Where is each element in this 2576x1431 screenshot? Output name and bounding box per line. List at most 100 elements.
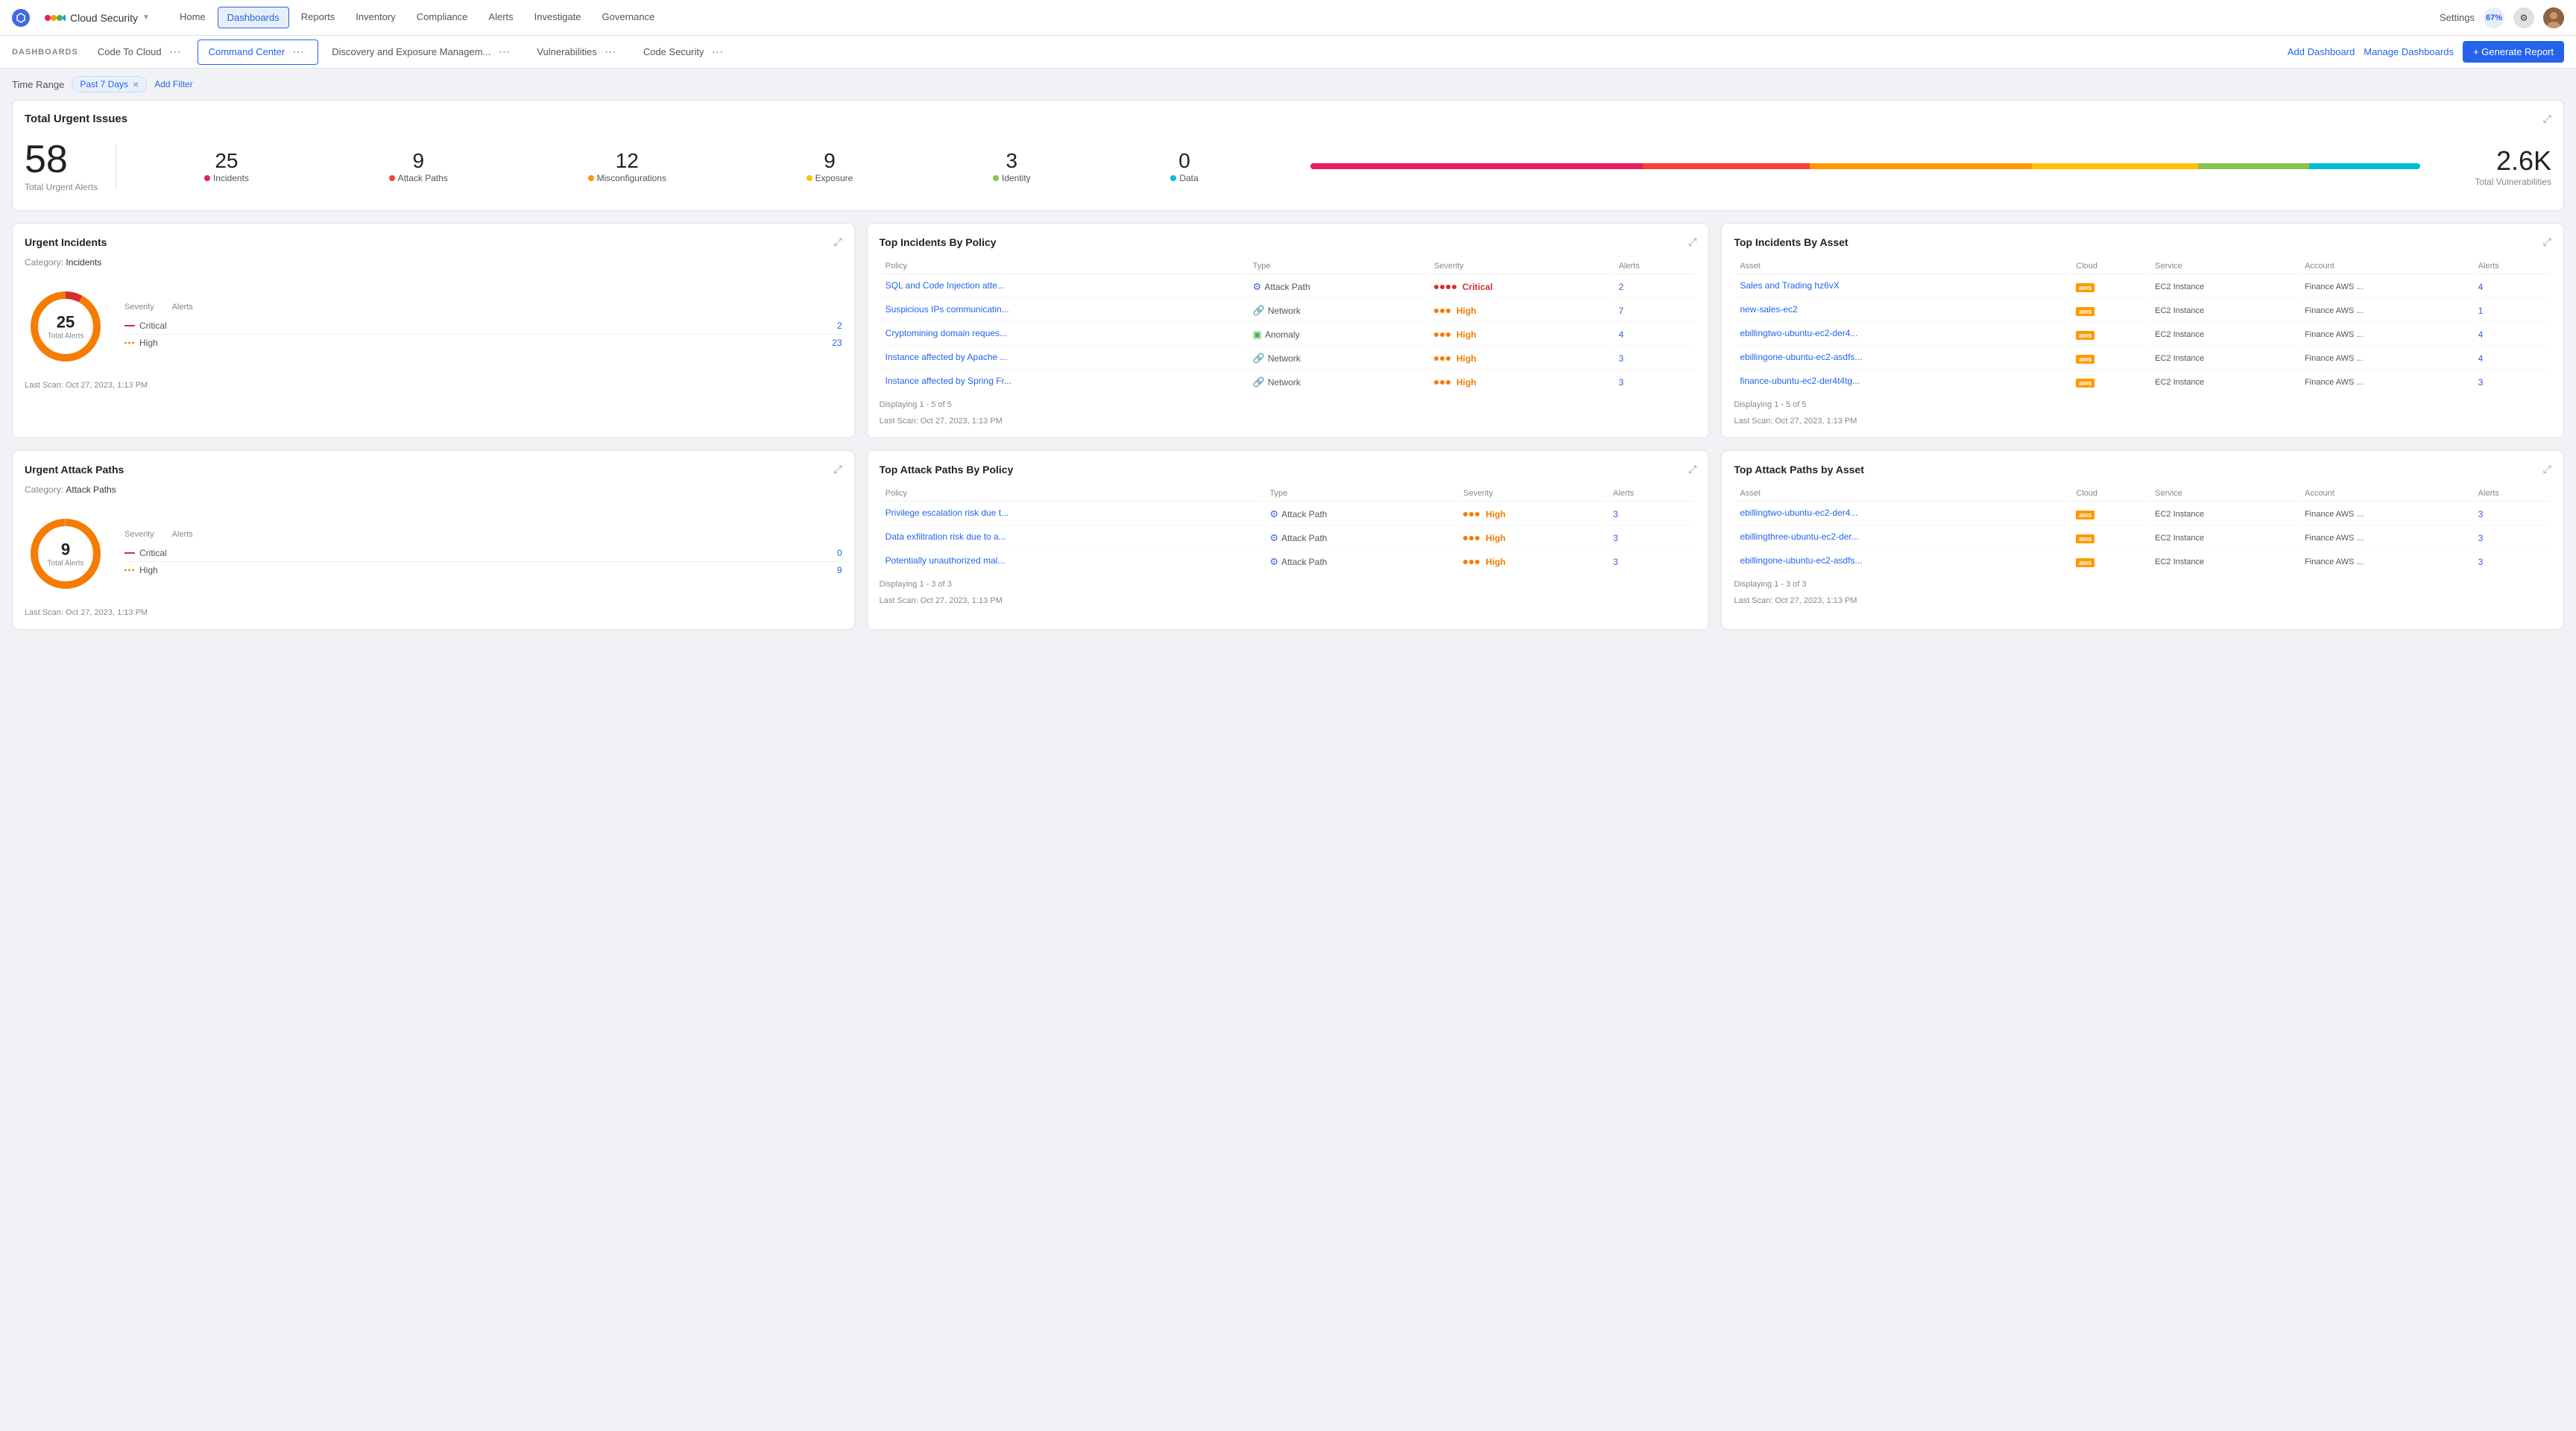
asset-alert-3[interactable]: 4 [2478, 329, 2484, 340]
nav-item-investigate[interactable]: Investigate [525, 7, 590, 28]
ap-alert-count-1[interactable]: 3 [1613, 509, 1618, 519]
attack-sev-row-critical: Critical 0 [124, 545, 842, 562]
ap-alert-count-3[interactable]: 3 [1613, 557, 1618, 567]
apa-alert-1[interactable]: 3 [2478, 509, 2484, 519]
nav-item-reports[interactable]: Reports [292, 7, 344, 28]
urgent-incidents-expand-icon[interactable]: ⤢ [833, 236, 842, 248]
sev-dot [1440, 380, 1445, 385]
asset-alert-4[interactable]: 4 [2478, 353, 2484, 364]
tab-command-center[interactable]: Command Center ⋯ [198, 40, 319, 65]
nav-item-home[interactable]: Home [171, 7, 215, 28]
asset-alert-5[interactable]: 3 [2478, 377, 2484, 388]
incidents-donut-section: 25 Total Alerts Severity Alerts Critical… [25, 279, 842, 373]
manage-dashboards-link[interactable]: Manage Dashboards [2364, 46, 2454, 57]
progress-misconfigs [1810, 163, 2032, 169]
alert-count-4[interactable]: 3 [1619, 353, 1624, 364]
asset-link-1[interactable]: Sales and Trading hz6vX [1740, 280, 1839, 291]
asset-alert-1[interactable]: 4 [2478, 282, 2484, 292]
apa-alert-2[interactable]: 3 [2478, 533, 2484, 543]
ap-policy-link-3[interactable]: Potentially unauthorized mal... [886, 555, 1006, 566]
apa-asset-link-1[interactable]: ebillingtwo-ubuntu-ec2-der4... [1740, 508, 1857, 518]
nav-item-inventory[interactable]: Inventory [347, 7, 404, 28]
ap-policy-link-2[interactable]: Data exfiltration risk due to a... [886, 531, 1006, 542]
asset-link-5[interactable]: finance-ubuntu-ec2-der4t4tg... [1740, 376, 1860, 386]
apa-asset-link-2[interactable]: ebillingthree-ubuntu-ec2-der... [1740, 531, 1858, 542]
gear-icon[interactable]: ⚙ [2513, 7, 2534, 28]
attack-paths-asset-table: Asset Cloud Service Account Alerts ebill… [1734, 484, 2551, 574]
top-incidents-asset-expand-icon[interactable]: ⤢ [2543, 236, 2551, 248]
apa-cloud-col-header: Cloud [2071, 486, 2149, 502]
policy-link-4[interactable]: Instance affected by Apache ... [886, 352, 1008, 362]
apa-account-3: Finance AWS ... [2300, 551, 2472, 572]
ap-policy-link-1[interactable]: Privilege escalation risk due t... [886, 508, 1008, 518]
sev-dot [1475, 536, 1480, 540]
tab-discovery-dots-icon[interactable]: ⋯ [495, 45, 513, 60]
policy-link-5[interactable]: Instance affected by Spring Fr... [886, 376, 1011, 386]
critical-count[interactable]: 2 [837, 320, 842, 331]
alert-count-1[interactable]: 2 [1619, 282, 1624, 292]
nav-item-alerts[interactable]: Alerts [479, 7, 522, 28]
identity-dot [993, 175, 999, 181]
ap-alert-count-2[interactable]: 3 [1613, 533, 1618, 543]
alert-count-2[interactable]: 7 [1619, 306, 1624, 316]
sev-dot [1469, 560, 1474, 564]
high-count[interactable]: 23 [832, 338, 842, 348]
urgent-attack-paths-card: Urgent Attack Paths ⤢ Category: Attack P… [12, 450, 855, 630]
apa-service-col-header: Service [2150, 486, 2299, 502]
notification-icon[interactable]: 67% [2484, 7, 2504, 28]
top-incidents-policy-expand-icon[interactable]: ⤢ [1688, 236, 1696, 248]
nav-item-dashboards[interactable]: Dashboards [218, 7, 289, 28]
tab-dots-icon[interactable]: ⋯ [166, 45, 184, 60]
severity-cell-4: High [1434, 353, 1609, 364]
progress-incidents [1310, 163, 1644, 169]
add-dashboard-link[interactable]: Add Dashboard [2288, 46, 2355, 57]
alerts-col-header-2: Alerts [2474, 259, 2550, 274]
user-avatar[interactable] [2543, 7, 2564, 28]
asset-alert-2[interactable]: 1 [2478, 306, 2484, 316]
table-row: Instance affected by Apache ... 🔗Network… [881, 347, 1696, 370]
alert-count-3[interactable]: 4 [1619, 329, 1624, 340]
brand-chevron-icon[interactable]: ▼ [142, 13, 150, 22]
time-range-filter[interactable]: Past 7 Days × [72, 76, 147, 92]
nav-item-governance[interactable]: Governance [593, 7, 664, 28]
expand-icon[interactable]: ⤢ [2543, 113, 2551, 125]
tab-code-to-cloud[interactable]: Code To Cloud ⋯ [87, 40, 195, 64]
urgent-attack-paths-expand-icon[interactable]: ⤢ [833, 463, 842, 476]
attack-paths-severity-table: Severity Alerts Critical 0 High [124, 530, 842, 578]
asset-link-3[interactable]: ebillingtwo-ubuntu-ec2-der4... [1740, 328, 1857, 338]
table-row: Instance affected by Spring Fr... 🔗Netwo… [881, 371, 1696, 393]
apa-asset-link-3[interactable]: ebillingone-ubuntu-ec2-asdfs... [1740, 555, 1862, 566]
tab-code-sec-dots-icon[interactable]: ⋯ [708, 45, 726, 60]
asset-link-2[interactable]: new-sales-ec2 [1740, 304, 1797, 315]
tab-vulns-dots-icon[interactable]: ⋯ [602, 45, 619, 60]
generate-report-button[interactable]: + Generate Report [2463, 41, 2564, 63]
attack-paths-category: Category: Attack Paths [25, 484, 842, 495]
attack-paths-dot [389, 175, 395, 181]
logo[interactable] [12, 9, 30, 27]
ap-high-dots-1 [1463, 512, 1480, 517]
attack-critical-count[interactable]: 0 [837, 548, 842, 558]
policy-link-1[interactable]: SQL and Code Injection atte... [886, 280, 1005, 291]
attack-high-count[interactable]: 9 [837, 565, 842, 575]
tab-discovery[interactable]: Discovery and Exposure Managem... ⋯ [321, 40, 523, 64]
brand-dots-icon [45, 13, 66, 23]
asset-link-4[interactable]: ebillingone-ubuntu-ec2-asdfs... [1740, 352, 1862, 362]
apa-alert-3[interactable]: 3 [2478, 557, 2484, 567]
tab-active-dots-icon[interactable]: ⋯ [289, 45, 307, 60]
policy-link-2[interactable]: Suspicious IPs communicatin... [886, 304, 1009, 315]
cloud-col-header: Cloud [2071, 259, 2149, 274]
total-alerts-label: Total Urgent Alerts [25, 182, 98, 192]
top-attack-paths-asset-expand-icon[interactable]: ⤢ [2543, 463, 2551, 476]
top-attack-paths-policy-expand-icon[interactable]: ⤢ [1688, 463, 1696, 476]
settings-link[interactable]: Settings [2440, 12, 2475, 23]
exposure-number: 9 [806, 149, 853, 173]
total-alerts-number: 58 [25, 140, 98, 179]
tab-vulnerabilities[interactable]: Vulnerabilities ⋯ [526, 40, 629, 64]
add-filter-button[interactable]: Add Filter [154, 79, 192, 89]
remove-filter-icon[interactable]: × [133, 79, 139, 89]
nav-item-compliance[interactable]: Compliance [408, 7, 477, 28]
network-icon-2: 🔗 [1253, 353, 1265, 364]
alert-count-5[interactable]: 3 [1619, 377, 1624, 388]
tab-code-security[interactable]: Code Security ⋯ [633, 40, 737, 64]
policy-link-3[interactable]: Cryptomining domain reques... [886, 328, 1007, 338]
